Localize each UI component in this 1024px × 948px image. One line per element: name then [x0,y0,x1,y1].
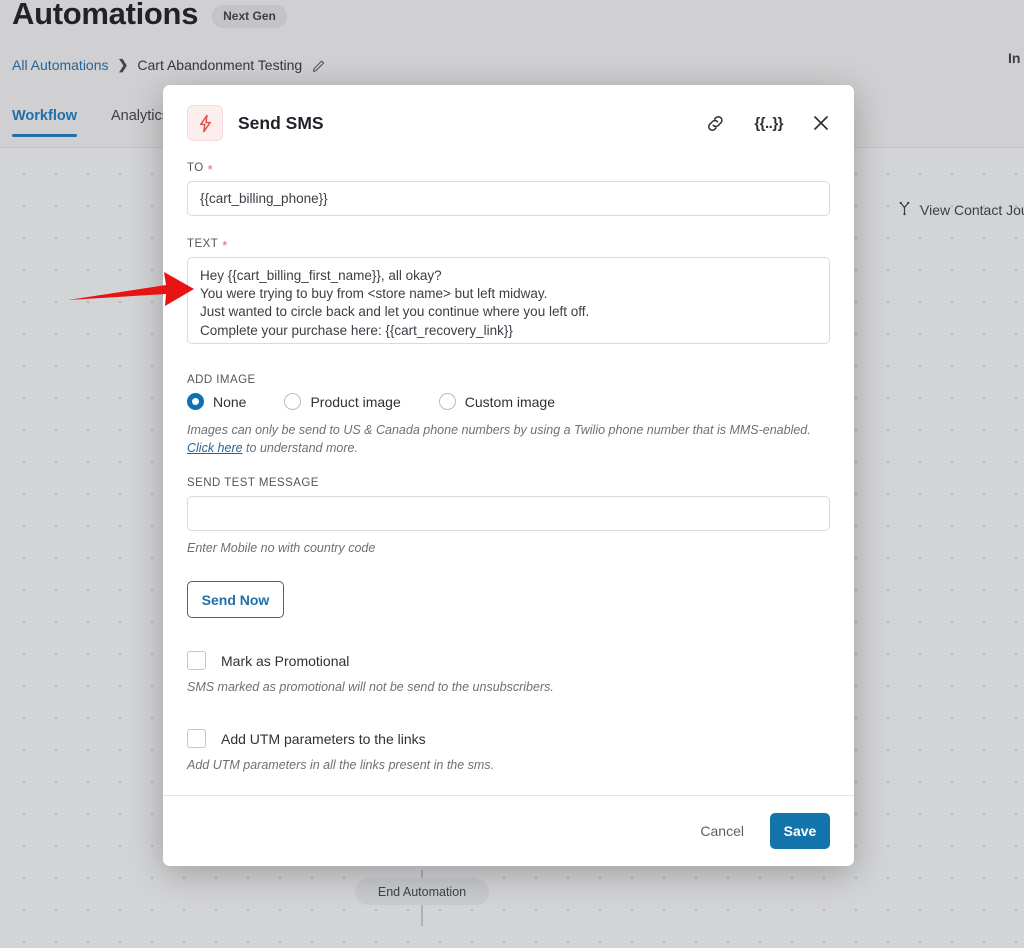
add-image-radio-group: None Product image Custom image [187,393,830,410]
lightning-bolt-icon [187,105,223,141]
utm-label: Add UTM parameters to the links [221,730,426,747]
radio-none-label: None [213,393,247,410]
send-now-button[interactable]: Send Now [187,581,284,618]
add-image-label: ADD IMAGE [187,374,830,386]
modal-header: Send SMS {{..}} [163,85,854,161]
to-label-text: TO [187,161,204,174]
utm-checkbox-row[interactable]: Add UTM parameters to the links [187,729,830,748]
merge-tag-icon[interactable]: {{..}} [754,115,783,132]
click-here-link[interactable]: Click here [187,441,243,455]
view-contact-journey-button[interactable]: View Contact Jour [897,201,1024,219]
pencil-icon[interactable] [311,59,326,74]
add-image-helper-text: Images can only be send to US & Canada p… [187,423,811,437]
view-contact-journey-label: View Contact Jour [920,202,1024,218]
mark-promotional-checkbox[interactable] [187,651,206,670]
add-image-group: ADD IMAGE None Product image Custom imag… [187,374,830,457]
page-title: Automations [12,0,199,31]
page-tabs: Workflow Analytics [12,108,169,137]
radio-custom-image-circle [438,393,456,410]
cancel-button[interactable]: Cancel [696,815,748,847]
add-image-label-text: ADD IMAGE [187,374,256,386]
utm-checkbox[interactable] [187,729,206,748]
send-test-label-text: SEND TEST MESSAGE [187,477,319,489]
add-image-helper: Images can only be send to US & Canada p… [187,421,830,457]
mark-promotional-label: Mark as Promotional [221,652,350,669]
to-field-group: TO * [187,161,830,216]
breadcrumb-current: Cart Abandonment Testing [137,57,303,73]
automations-page: View Contact Jour End Automation Automat… [0,0,1024,948]
branch-icon [897,201,912,219]
radio-product-image-label: Product image [310,393,401,410]
modal-footer: Cancel Save [163,795,854,866]
next-gen-badge: Next Gen [212,4,287,28]
text-field-group: TEXT * Hey {{cart_billing_first_name}}, … [187,237,830,349]
save-button[interactable]: Save [770,813,830,849]
radio-product-image[interactable]: Product image [284,393,401,410]
breadcrumb-all-automations[interactable]: All Automations [12,57,109,73]
text-required-marker: * [222,238,228,253]
radio-none-circle [187,393,204,410]
tab-workflow[interactable]: Workflow [12,108,77,137]
text-label-text: TEXT [187,237,219,250]
send-test-label: SEND TEST MESSAGE [187,477,830,489]
add-image-helper-suffix: to understand more. [242,441,358,455]
sms-body-textarea[interactable]: Hey {{cart_billing_first_name}}, all oka… [187,257,830,344]
mark-promotional-helper: SMS marked as promotional will not be se… [187,680,554,694]
modal-title: Send SMS [238,112,324,133]
title-row: Automations Next Gen [12,0,287,32]
radio-custom-image[interactable]: Custom image [438,393,556,410]
end-automation-node[interactable]: End Automation [355,878,489,905]
tab-analytics-label: Analytics [110,108,170,124]
modal-body: TO * TEXT * Hey {{cart_billing_first_nam… [163,161,854,794]
radio-product-image-circle [284,393,302,410]
radio-none[interactable]: None [187,393,246,410]
breadcrumb-separator: ❯ [117,57,129,72]
send-sms-modal: Send SMS {{..}} TO * {{cart_billing_phon… [163,85,854,866]
tab-workflow-label: Workflow [12,108,77,124]
mark-promotional-checkbox-row[interactable]: Mark as Promotional [187,651,830,670]
link-icon[interactable] [705,113,726,134]
to-required-marker: * [207,162,214,177]
close-icon[interactable] [811,113,831,133]
breadcrumb: All Automations ❯ Cart Abandonment Testi… [12,57,326,73]
send-test-group: SEND TEST MESSAGE Enter Mobile no with c… [187,477,830,618]
send-test-helper: Enter Mobile no with country code [187,541,376,555]
to-input[interactable] [187,181,830,216]
header-right-clipped-text: In [1008,50,1021,66]
send-test-input[interactable] [187,496,830,531]
to-label: TO * [187,161,830,177]
text-label: TEXT * [187,237,830,253]
utm-helper: Add UTM parameters in all the links pres… [187,758,495,772]
merge-tag-glyph: {{..}} [754,114,783,132]
radio-custom-image-label: Custom image [464,393,556,410]
modal-header-actions: {{..}} [705,113,831,134]
end-automation-label: End Automation [377,884,467,899]
tab-analytics[interactable]: Analytics [111,108,169,137]
